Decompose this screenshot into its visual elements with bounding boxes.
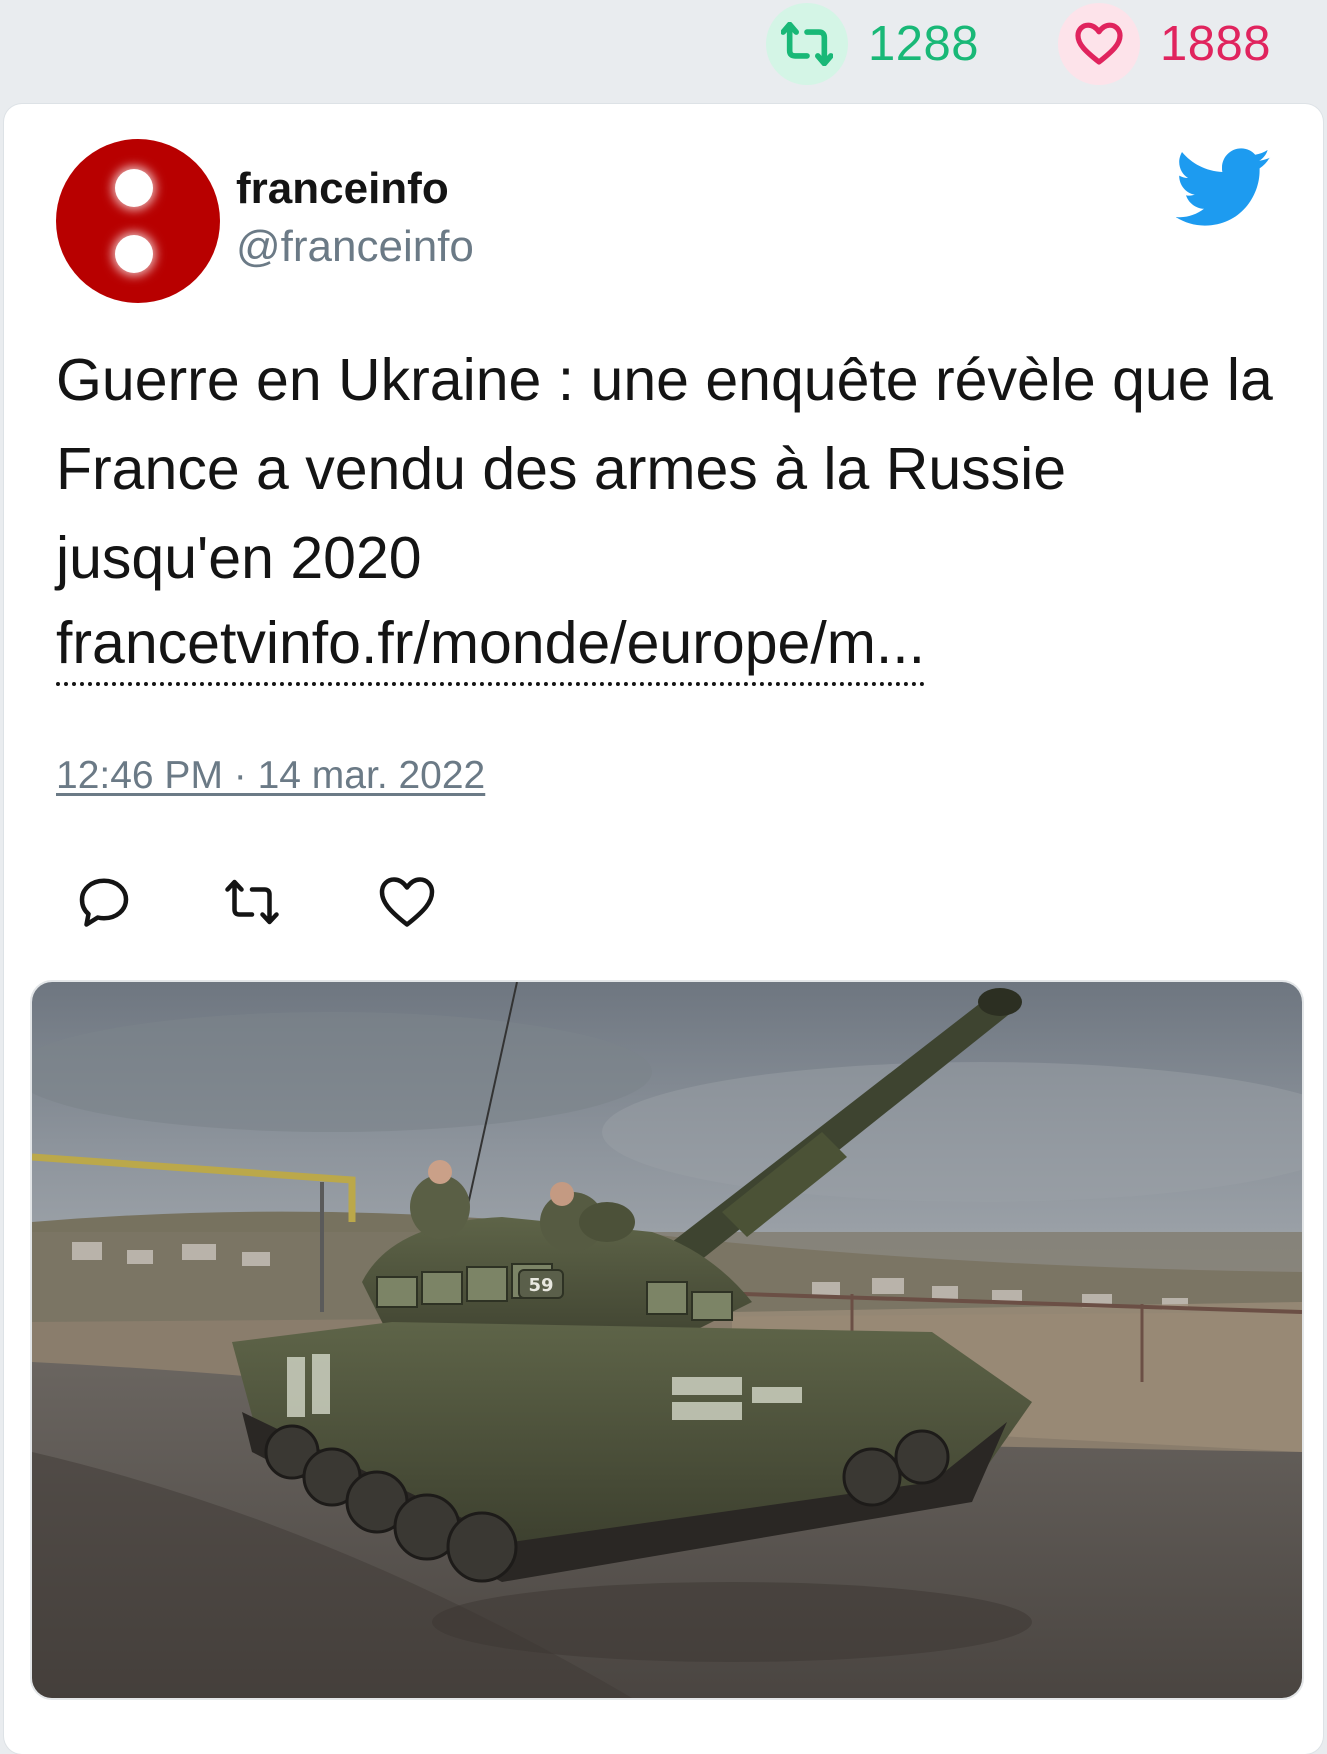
engagement-stats: 1288 1888 — [0, 0, 1327, 88]
avatar-dot — [115, 169, 153, 207]
heart-icon[interactable] — [377, 872, 437, 932]
heart-icon — [1058, 3, 1140, 85]
tweet-text: Guerre en Ukraine : une enquête révèle q… — [56, 347, 1273, 591]
user-handle[interactable]: @franceinfo — [236, 222, 474, 272]
twitter-bird-icon[interactable] — [1176, 148, 1272, 228]
display-name[interactable]: franceinfo — [236, 164, 449, 214]
avatar[interactable] — [56, 139, 220, 303]
retweet-icon[interactable] — [222, 872, 282, 932]
retweet-icon — [766, 3, 848, 85]
retweet-stat[interactable]: 1288 — [766, 0, 979, 88]
like-stat[interactable]: 1888 — [1058, 0, 1271, 88]
tank-photo: 59 — [32, 982, 1302, 1698]
retweet-count: 1288 — [868, 17, 980, 71]
tweet-media-image[interactable]: 59 — [30, 980, 1304, 1700]
tank-number-text: 59 — [528, 1275, 553, 1296]
tweet-card: franceinfo @franceinfo Guerre en Ukraine… — [4, 104, 1323, 1754]
avatar-dot — [115, 235, 153, 273]
like-count: 1888 — [1160, 17, 1272, 71]
tweet-link[interactable]: francetvinfo.fr/monde/europe/m... — [56, 604, 926, 686]
reply-icon[interactable] — [74, 872, 134, 932]
tweet-timestamp[interactable]: 12:46 PM · 14 mar. 2022 — [56, 754, 485, 798]
